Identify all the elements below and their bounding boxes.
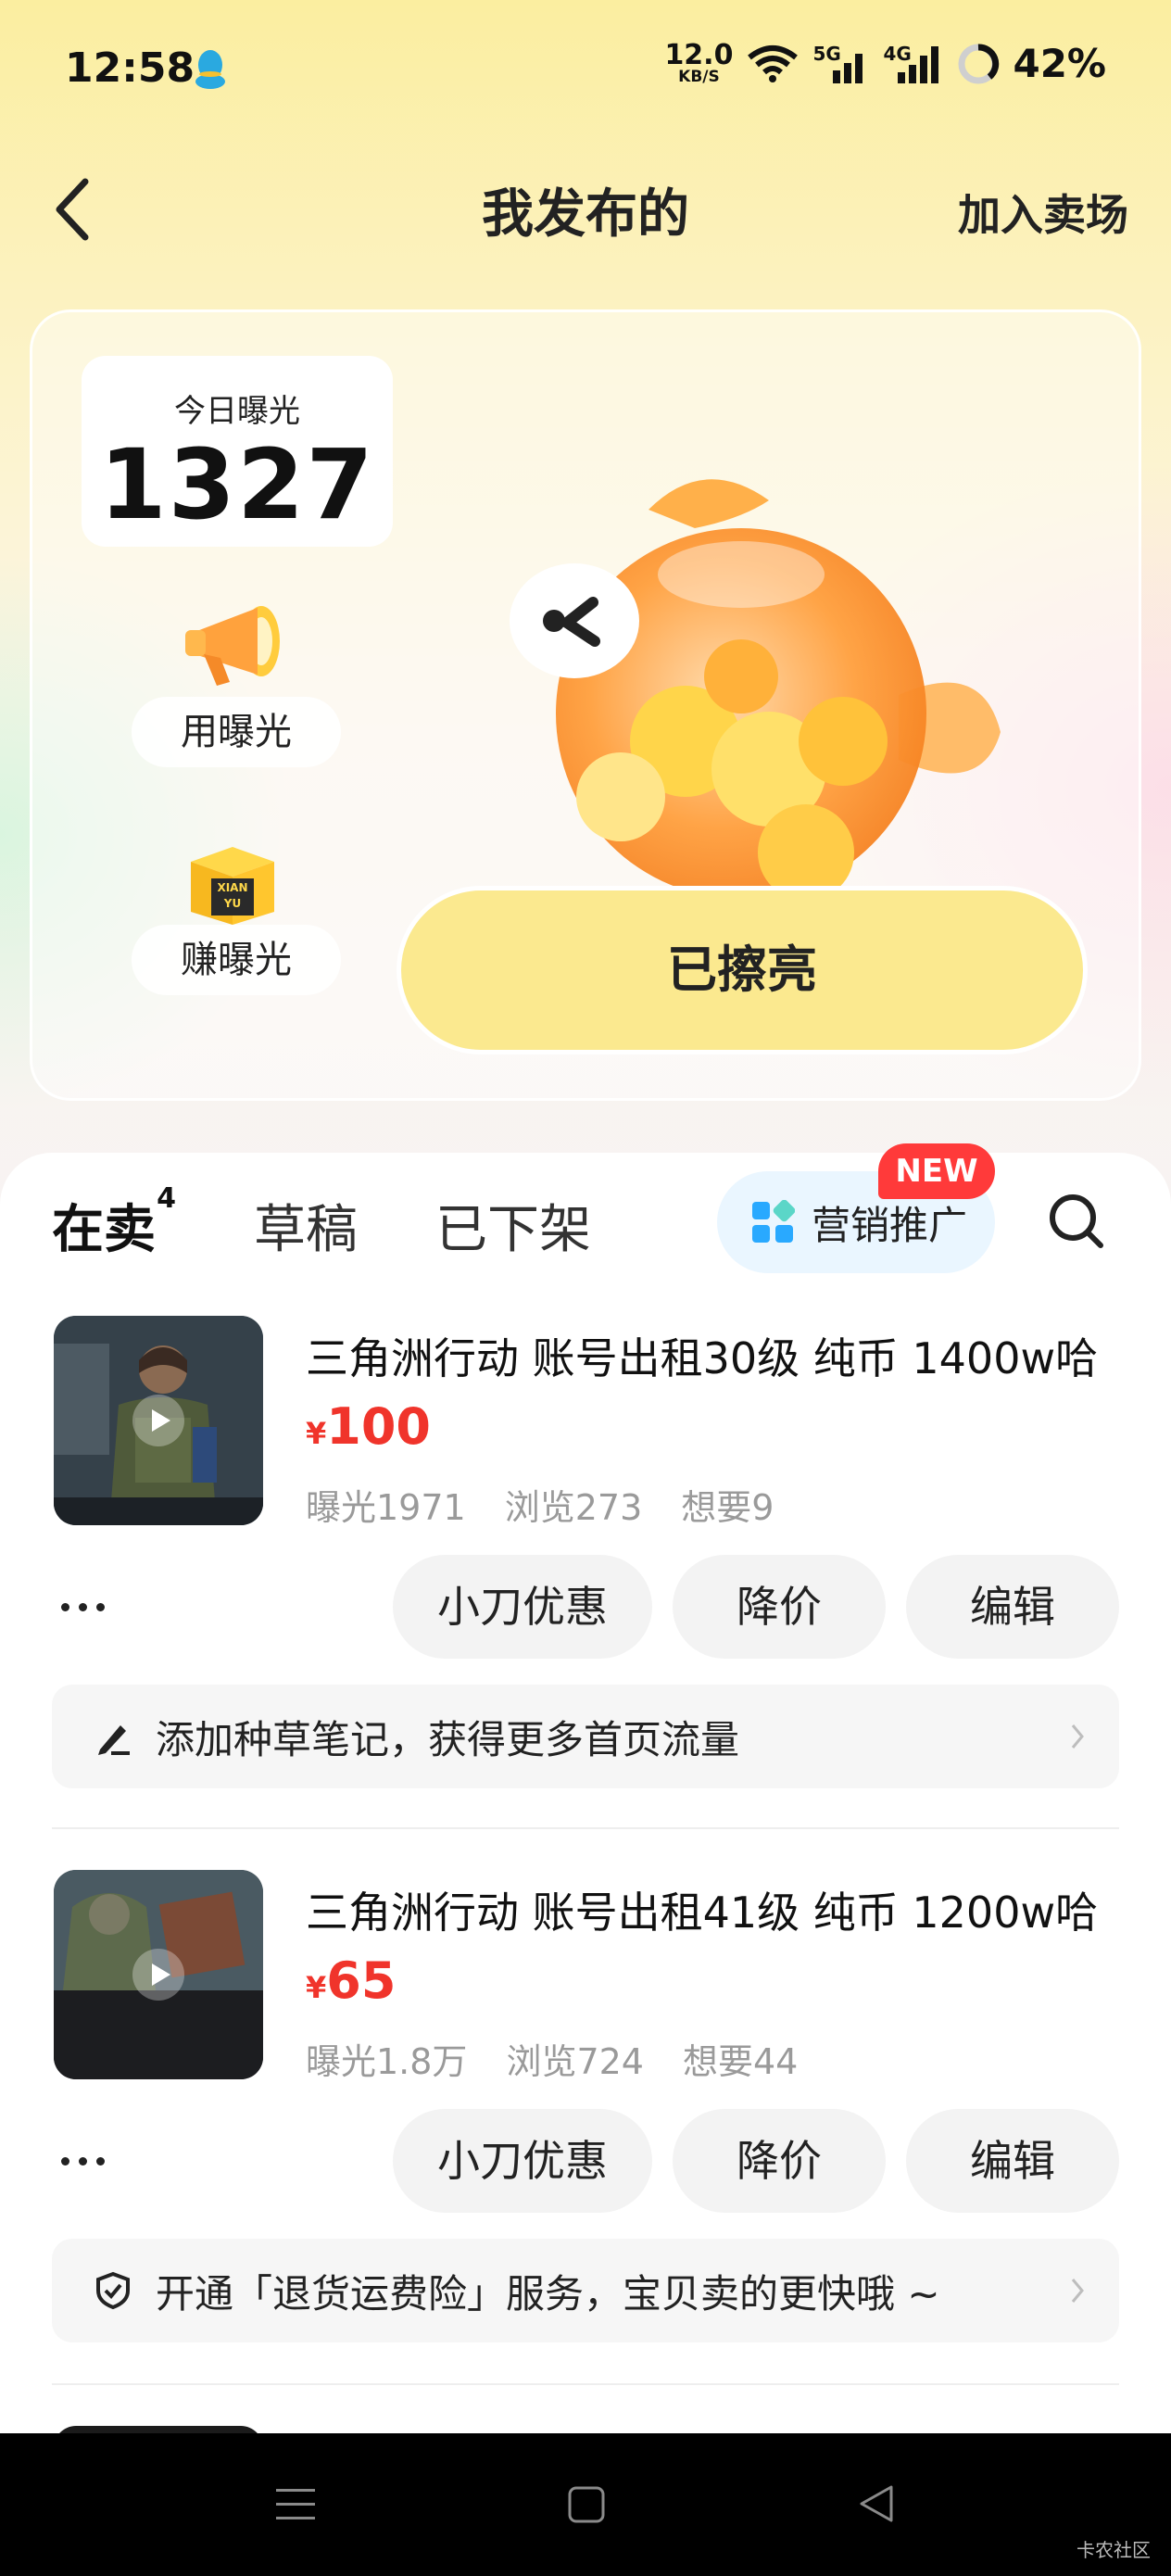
small-discount-button[interactable]: 小刀优惠 — [393, 1555, 652, 1659]
divider — [52, 2383, 1119, 2385]
more-dots-icon[interactable] — [61, 2152, 117, 2170]
polish-button[interactable]: 已擦亮 — [397, 886, 1088, 1054]
pen-icon — [98, 1725, 130, 1755]
promo-label: 营销推广 — [812, 1202, 968, 1248]
signal-5g: 5G — [812, 43, 870, 85]
edit-button[interactable]: 编辑 — [906, 1555, 1119, 1659]
megaphone-icon[interactable] — [176, 593, 287, 704]
shield-check-icon — [96, 2271, 130, 2310]
reduce-price-button[interactable]: 降价 — [673, 2109, 886, 2213]
view-count: 浏览724 — [506, 2041, 644, 2082]
listing-thumbnail[interactable] — [54, 1870, 263, 2079]
tip-text: 添加种草笔记，获得更多首页流量 — [156, 1716, 740, 1762]
new-badge: NEW — [878, 1143, 995, 1199]
qq-penguin-icon — [195, 50, 225, 89]
listing-stats: 曝光1971 浏览273 想要9 — [306, 1479, 812, 1530]
view-count: 浏览273 — [504, 1487, 643, 1528]
net-speed: 12.0 KB/S — [664, 39, 734, 86]
watermark: 卡农社区 — [1077, 2539, 1151, 2561]
add-note-tip[interactable]: 添加种草笔记，获得更多首页流量 — [52, 1685, 1119, 1788]
want-count: 想要44 — [682, 2041, 799, 2082]
tab-removed[interactable]: 已下架 — [435, 1188, 591, 1263]
grid-icon — [752, 1200, 795, 1243]
edit-button[interactable]: 编辑 — [906, 2109, 1119, 2213]
exposure-count: 曝光1.8万 — [306, 2041, 468, 2082]
listing-price: ¥100 — [306, 1397, 431, 1456]
fish-mascot — [510, 479, 1001, 890]
tab-drafts[interactable]: 草稿 — [254, 1188, 358, 1263]
nav-back-icon[interactable] — [854, 2481, 897, 2526]
divider — [52, 1827, 1119, 1829]
tab-on-sale-count: 4 — [157, 1182, 176, 1215]
battery-icon — [958, 44, 1000, 83]
battery-percent: 42% — [1013, 41, 1106, 86]
today-exposure-value: 1327 — [99, 428, 375, 541]
more-dots-icon[interactable] — [61, 1597, 117, 1616]
use-exposure-button[interactable]: 用曝光 — [132, 697, 341, 767]
listing-thumbnail[interactable] — [54, 1316, 263, 1525]
return-insurance-tip[interactable]: 开通「退货运费险」服务，宝贝卖的更快哦 ~ — [52, 2239, 1119, 2342]
tip-text: 开通「退货运费险」服务，宝贝卖的更快哦 ~ — [156, 2270, 940, 2317]
nav-menu-icon[interactable] — [274, 2483, 317, 2526]
join-market-button[interactable]: 加入卖场 — [958, 182, 1128, 243]
chevron-right-icon — [1071, 2279, 1084, 2303]
chevron-right-icon — [1071, 1724, 1084, 1749]
status-time: 12:58 — [65, 44, 195, 92]
listing-title[interactable]: 三角洲行动 账号出租30级 纯币 1400w哈 — [306, 1325, 1098, 1386]
search-icon[interactable] — [1047, 1192, 1106, 1251]
nav-home-icon[interactable] — [567, 2485, 606, 2524]
tab-on-sale-label: 在卖 — [52, 1200, 156, 1260]
box-logo-line1: XIAN — [217, 881, 248, 894]
earn-exposure-button[interactable]: 赚曝光 — [132, 925, 341, 995]
listing-title[interactable]: 三角洲行动 账号出租41级 纯币 1200w哈 — [306, 1879, 1098, 1940]
small-discount-button[interactable]: 小刀优惠 — [393, 2109, 652, 2213]
play-icon — [132, 1949, 184, 2001]
today-exposure-label: 今日曝光 — [174, 393, 300, 430]
today-exposure-box: 今日曝光 1327 — [82, 356, 393, 547]
xianyu-box-icon[interactable]: XIAN YU — [178, 834, 287, 927]
listing-stats: 曝光1.8万 浏览724 想要44 — [306, 2033, 837, 2084]
reduce-price-button[interactable]: 降价 — [673, 1555, 886, 1659]
listing-price: ¥65 — [306, 1951, 397, 2010]
exposure-count: 曝光1971 — [306, 1487, 466, 1528]
wifi-icon — [748, 44, 799, 82]
tab-on-sale[interactable]: 在卖 4 — [50, 1182, 176, 1263]
signal-4g: 4G — [883, 43, 944, 85]
box-logo-line2: YU — [223, 897, 242, 910]
want-count: 想要9 — [681, 1487, 774, 1528]
status-bar: 12:58 12.0 KB/S 5G 4G 42% — [0, 0, 1171, 139]
play-icon — [132, 1395, 184, 1446]
